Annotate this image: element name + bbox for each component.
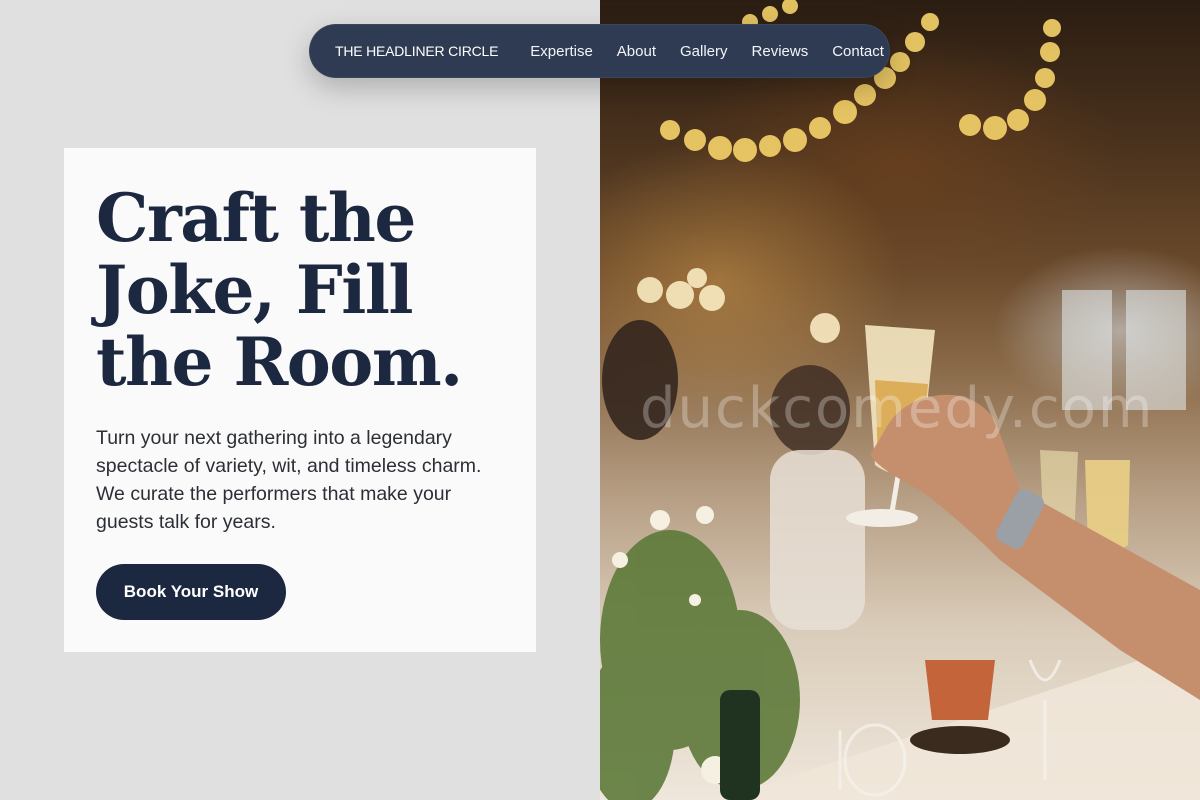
brand-logo-link[interactable]: THE HEADLINER CIRCLE: [335, 43, 498, 59]
nav-link-contact[interactable]: Contact: [832, 43, 884, 60]
nav-link-expertise[interactable]: Expertise: [530, 43, 593, 60]
landing-page: duckcomedy.com THE HEADLINER CIRCLE Expe…: [0, 0, 1200, 800]
hero-card: Craft the Joke, Fill the Room. Turn your…: [64, 148, 536, 652]
hero-headline: Craft the Joke, Fill the Room.: [96, 179, 463, 401]
nav-links: Expertise About Gallery Reviews Contact: [530, 43, 884, 60]
nav-bar: THE HEADLINER CIRCLE Expertise About Gal…: [309, 24, 890, 78]
nav-link-gallery[interactable]: Gallery: [680, 43, 728, 60]
hero-subtext: Turn your next gathering into a legendar…: [96, 427, 482, 533]
book-show-button[interactable]: Book Your Show: [96, 564, 286, 620]
nav-link-reviews[interactable]: Reviews: [752, 43, 809, 60]
nav-link-about[interactable]: About: [617, 43, 656, 60]
photo-watermark: duckcomedy.com: [640, 376, 1155, 441]
